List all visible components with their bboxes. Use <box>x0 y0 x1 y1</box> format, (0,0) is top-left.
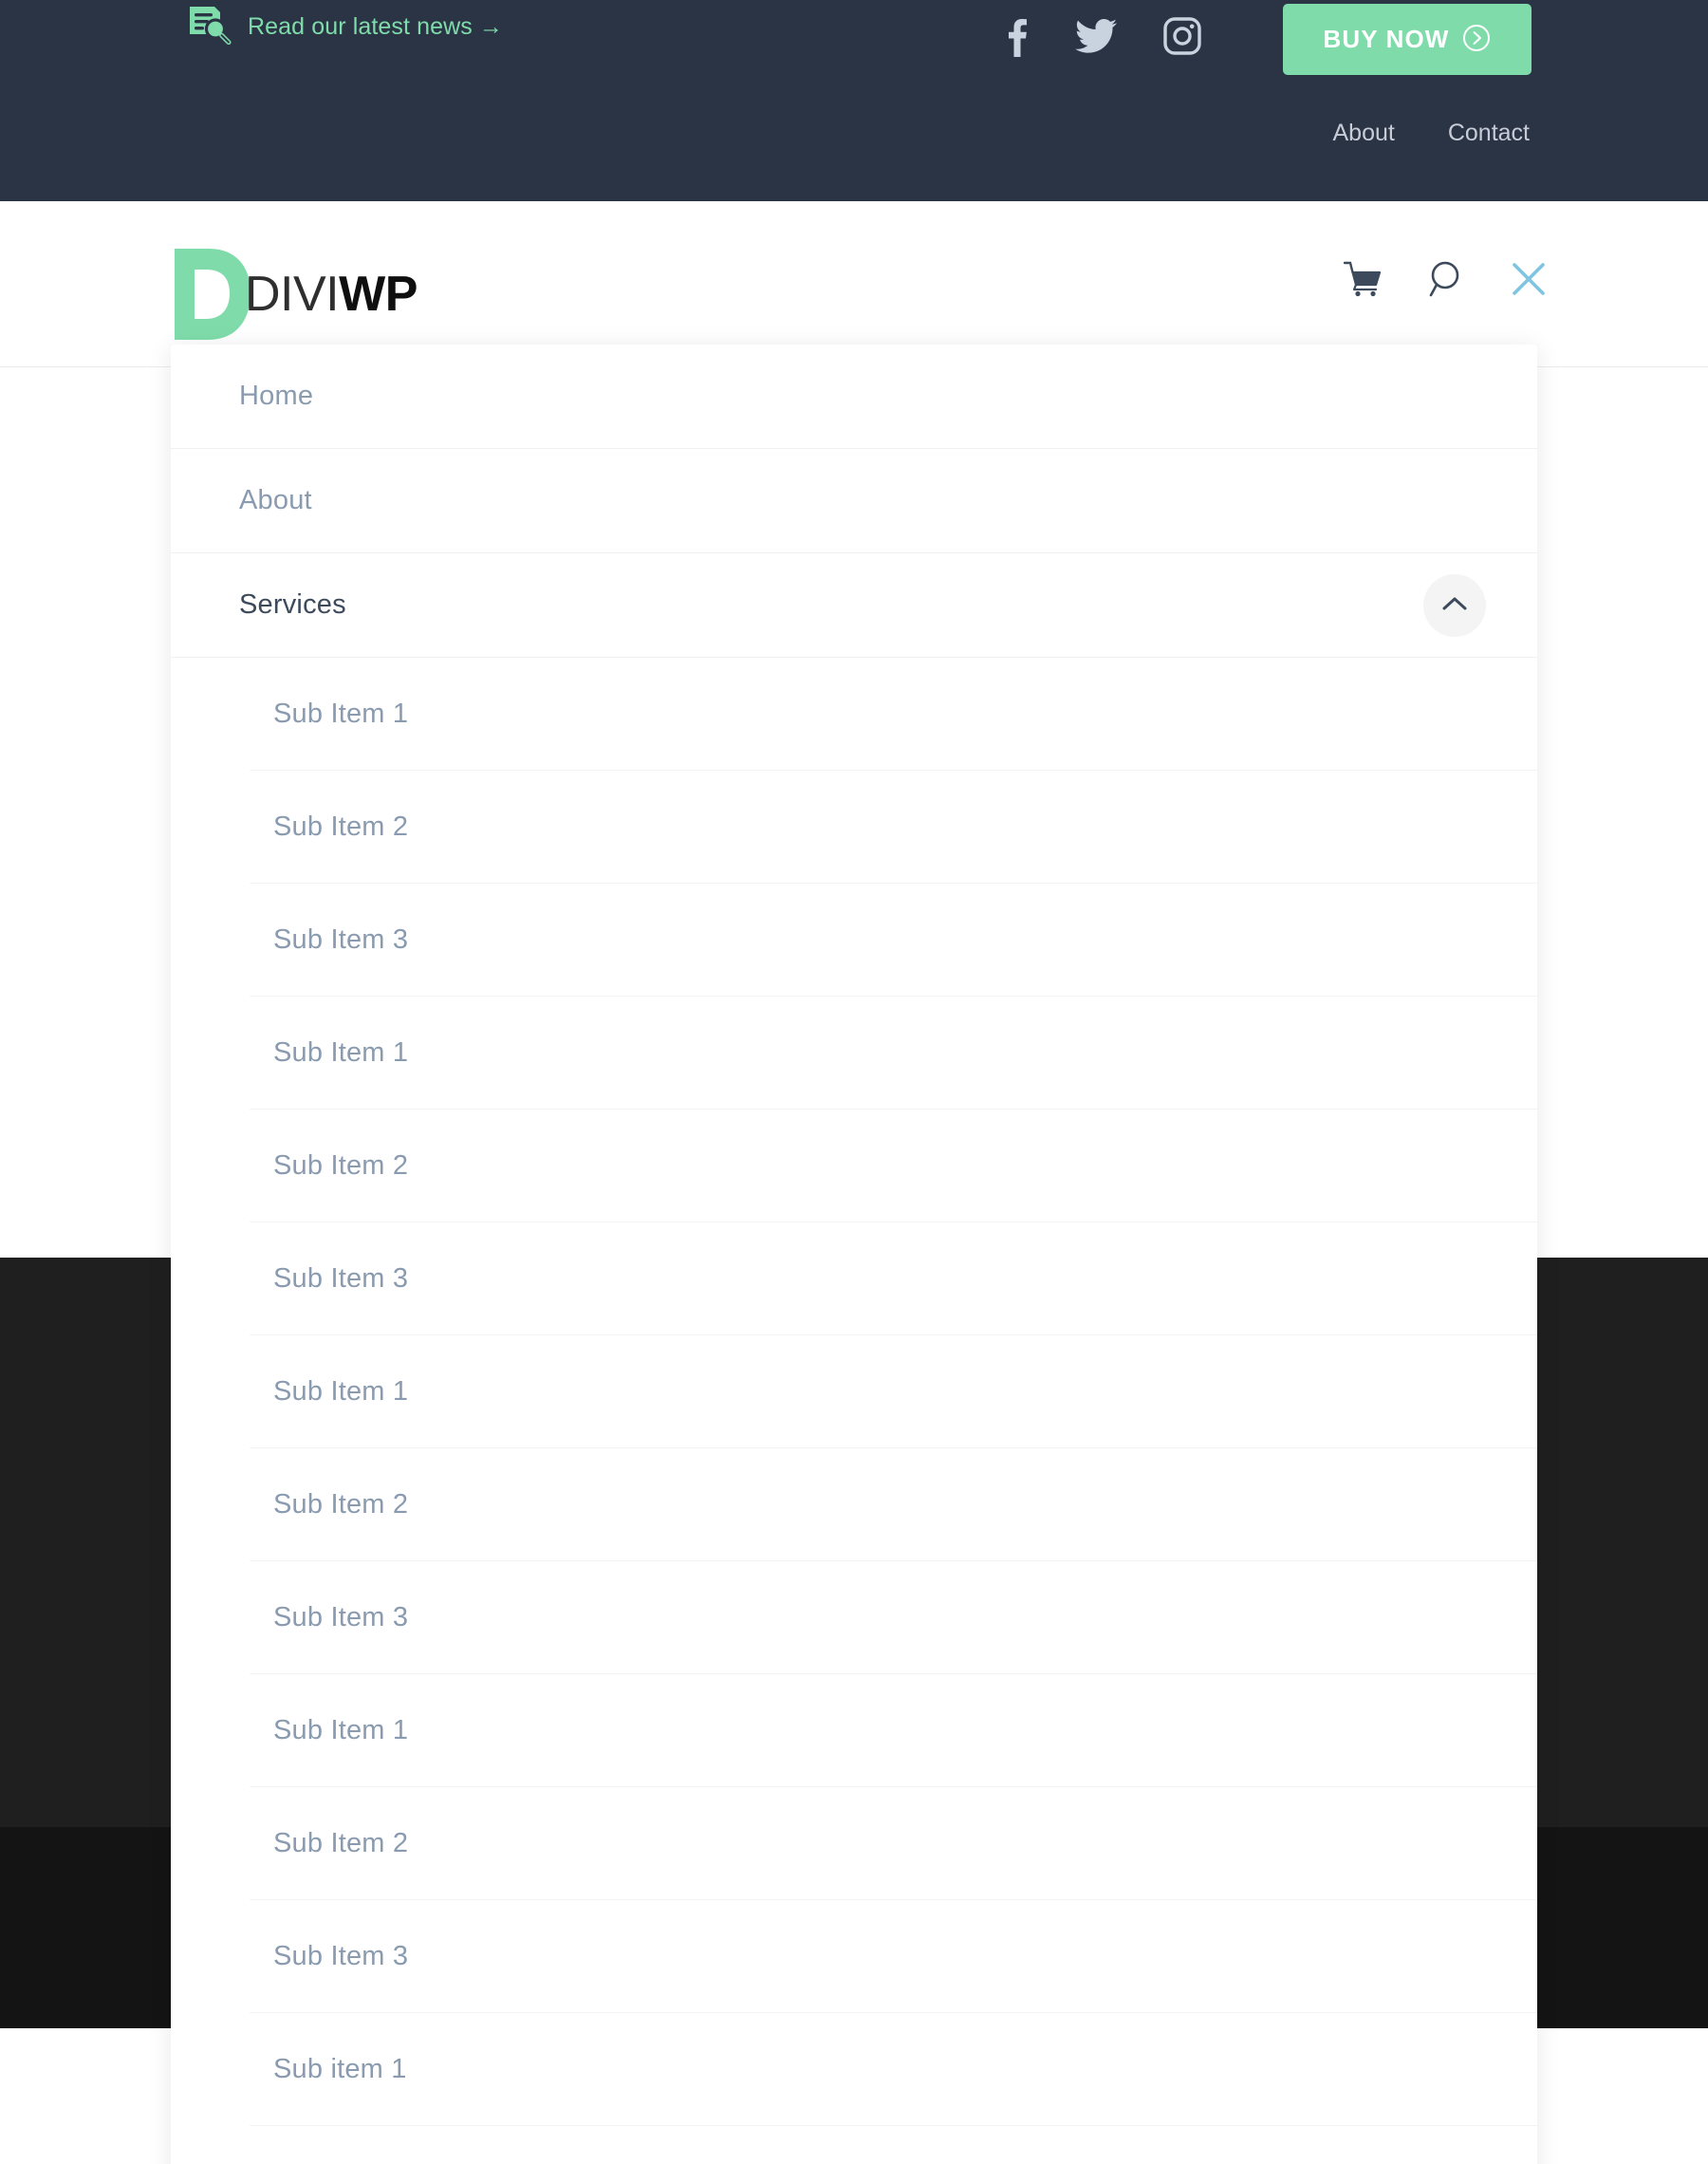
submenu-item-label: Sub Item 2 <box>273 1827 409 1858</box>
submenu-item-label: Sub Item 2 <box>273 811 409 842</box>
letter-d-mark-icon <box>171 245 252 344</box>
circle-arrow-right-icon <box>1462 24 1491 55</box>
top-utility-bar-primary-row: Read our latest news → BUY NOW <box>0 0 1708 78</box>
top-utility-bar-secondary-row: About Contact <box>0 104 1708 161</box>
buy-now-label: BUY NOW <box>1323 25 1450 53</box>
latest-news-link[interactable]: Read our latest news → <box>186 4 503 49</box>
submenu-item[interactable]: Sub Item 2 <box>250 1787 1537 1900</box>
header-icon-group <box>1343 260 1547 303</box>
buy-now-button[interactable]: BUY NOW <box>1283 4 1532 75</box>
site-header: DIVIWP <box>0 201 1708 367</box>
facebook-icon[interactable] <box>1006 15 1029 62</box>
submenu-item[interactable]: Sub Item 2 <box>250 771 1537 884</box>
submenu-item[interactable]: Sub Item 3 <box>250 884 1537 997</box>
submenu-item-label: Sub Item 2 <box>273 1488 409 1520</box>
submenu-item-label: Sub Item 3 <box>273 1262 409 1294</box>
logo-text-bold: WP <box>339 267 418 322</box>
submenu-item-label: Sub item 1 <box>273 2053 407 2084</box>
submenu-item-label: Sub Item 3 <box>273 1601 409 1632</box>
social-links <box>1006 15 1201 62</box>
menu-item-home[interactable]: Home <box>171 345 1537 449</box>
logo-text-light: DIVI <box>245 267 340 322</box>
close-icon[interactable] <box>1511 261 1547 302</box>
submenu-item[interactable]: Sub Item 1 <box>250 997 1537 1110</box>
submenu-item-label: Sub Item 1 <box>273 1714 409 1745</box>
mobile-menu-dropdown: Home About Services Sub Item 1 Sub Item … <box>171 345 1537 2164</box>
menu-item-about[interactable]: About <box>171 449 1537 553</box>
submenu-item-label: Sub Item 3 <box>273 1940 409 1971</box>
submenu-item[interactable]: Sub Item 2 <box>250 1448 1537 1561</box>
services-submenu-toggle[interactable] <box>1423 573 1486 637</box>
submenu-item-label: Sub Item 1 <box>273 698 409 729</box>
shopping-cart-icon[interactable] <box>1343 261 1382 302</box>
topnav-link-about[interactable]: About <box>1332 120 1394 147</box>
submenu-item[interactable]: Sub Item 1 <box>250 1674 1537 1787</box>
submenu-item[interactable]: Sub Item 3 <box>250 1900 1537 2013</box>
submenu-item-label: Sub Item 2 <box>273 1149 409 1181</box>
submenu-item[interactable]: Sub item 1 <box>250 2013 1537 2126</box>
submenu-item[interactable]: Sub Item 3 <box>250 1561 1537 1674</box>
top-utility-bar: Read our latest news → BUY NOW About Con… <box>0 0 1708 201</box>
submenu-item-label: Sub Item 3 <box>273 923 409 955</box>
submenu-item[interactable]: Sub Item 2 <box>250 1110 1537 1222</box>
latest-news-label: Read our latest news → <box>248 12 503 40</box>
site-logo[interactable]: DIVIWP <box>171 245 418 344</box>
site-logo-wordmark: DIVIWP <box>245 270 418 319</box>
twitter-icon[interactable] <box>1075 18 1117 59</box>
topnav-link-contact[interactable]: Contact <box>1448 120 1530 147</box>
search-icon[interactable] <box>1428 260 1464 303</box>
chevron-up-icon <box>1441 595 1468 615</box>
submenu-item[interactable]: Sub Item 1 <box>250 1335 1537 1448</box>
menu-item-label: About <box>239 485 312 515</box>
menu-item-label: Home <box>239 381 314 411</box>
document-search-icon <box>186 4 232 49</box>
menu-item-label: Services <box>239 589 346 620</box>
submenu-item[interactable]: Sub Item 3 <box>250 1222 1537 1335</box>
submenu-item-label: Sub Item 1 <box>273 1036 409 1068</box>
submenu-item[interactable]: Sub Item 1 <box>250 658 1537 771</box>
menu-item-services[interactable]: Services <box>171 553 1537 658</box>
instagram-icon[interactable] <box>1163 17 1201 60</box>
submenu-item-label: Sub Item 1 <box>273 1375 409 1407</box>
